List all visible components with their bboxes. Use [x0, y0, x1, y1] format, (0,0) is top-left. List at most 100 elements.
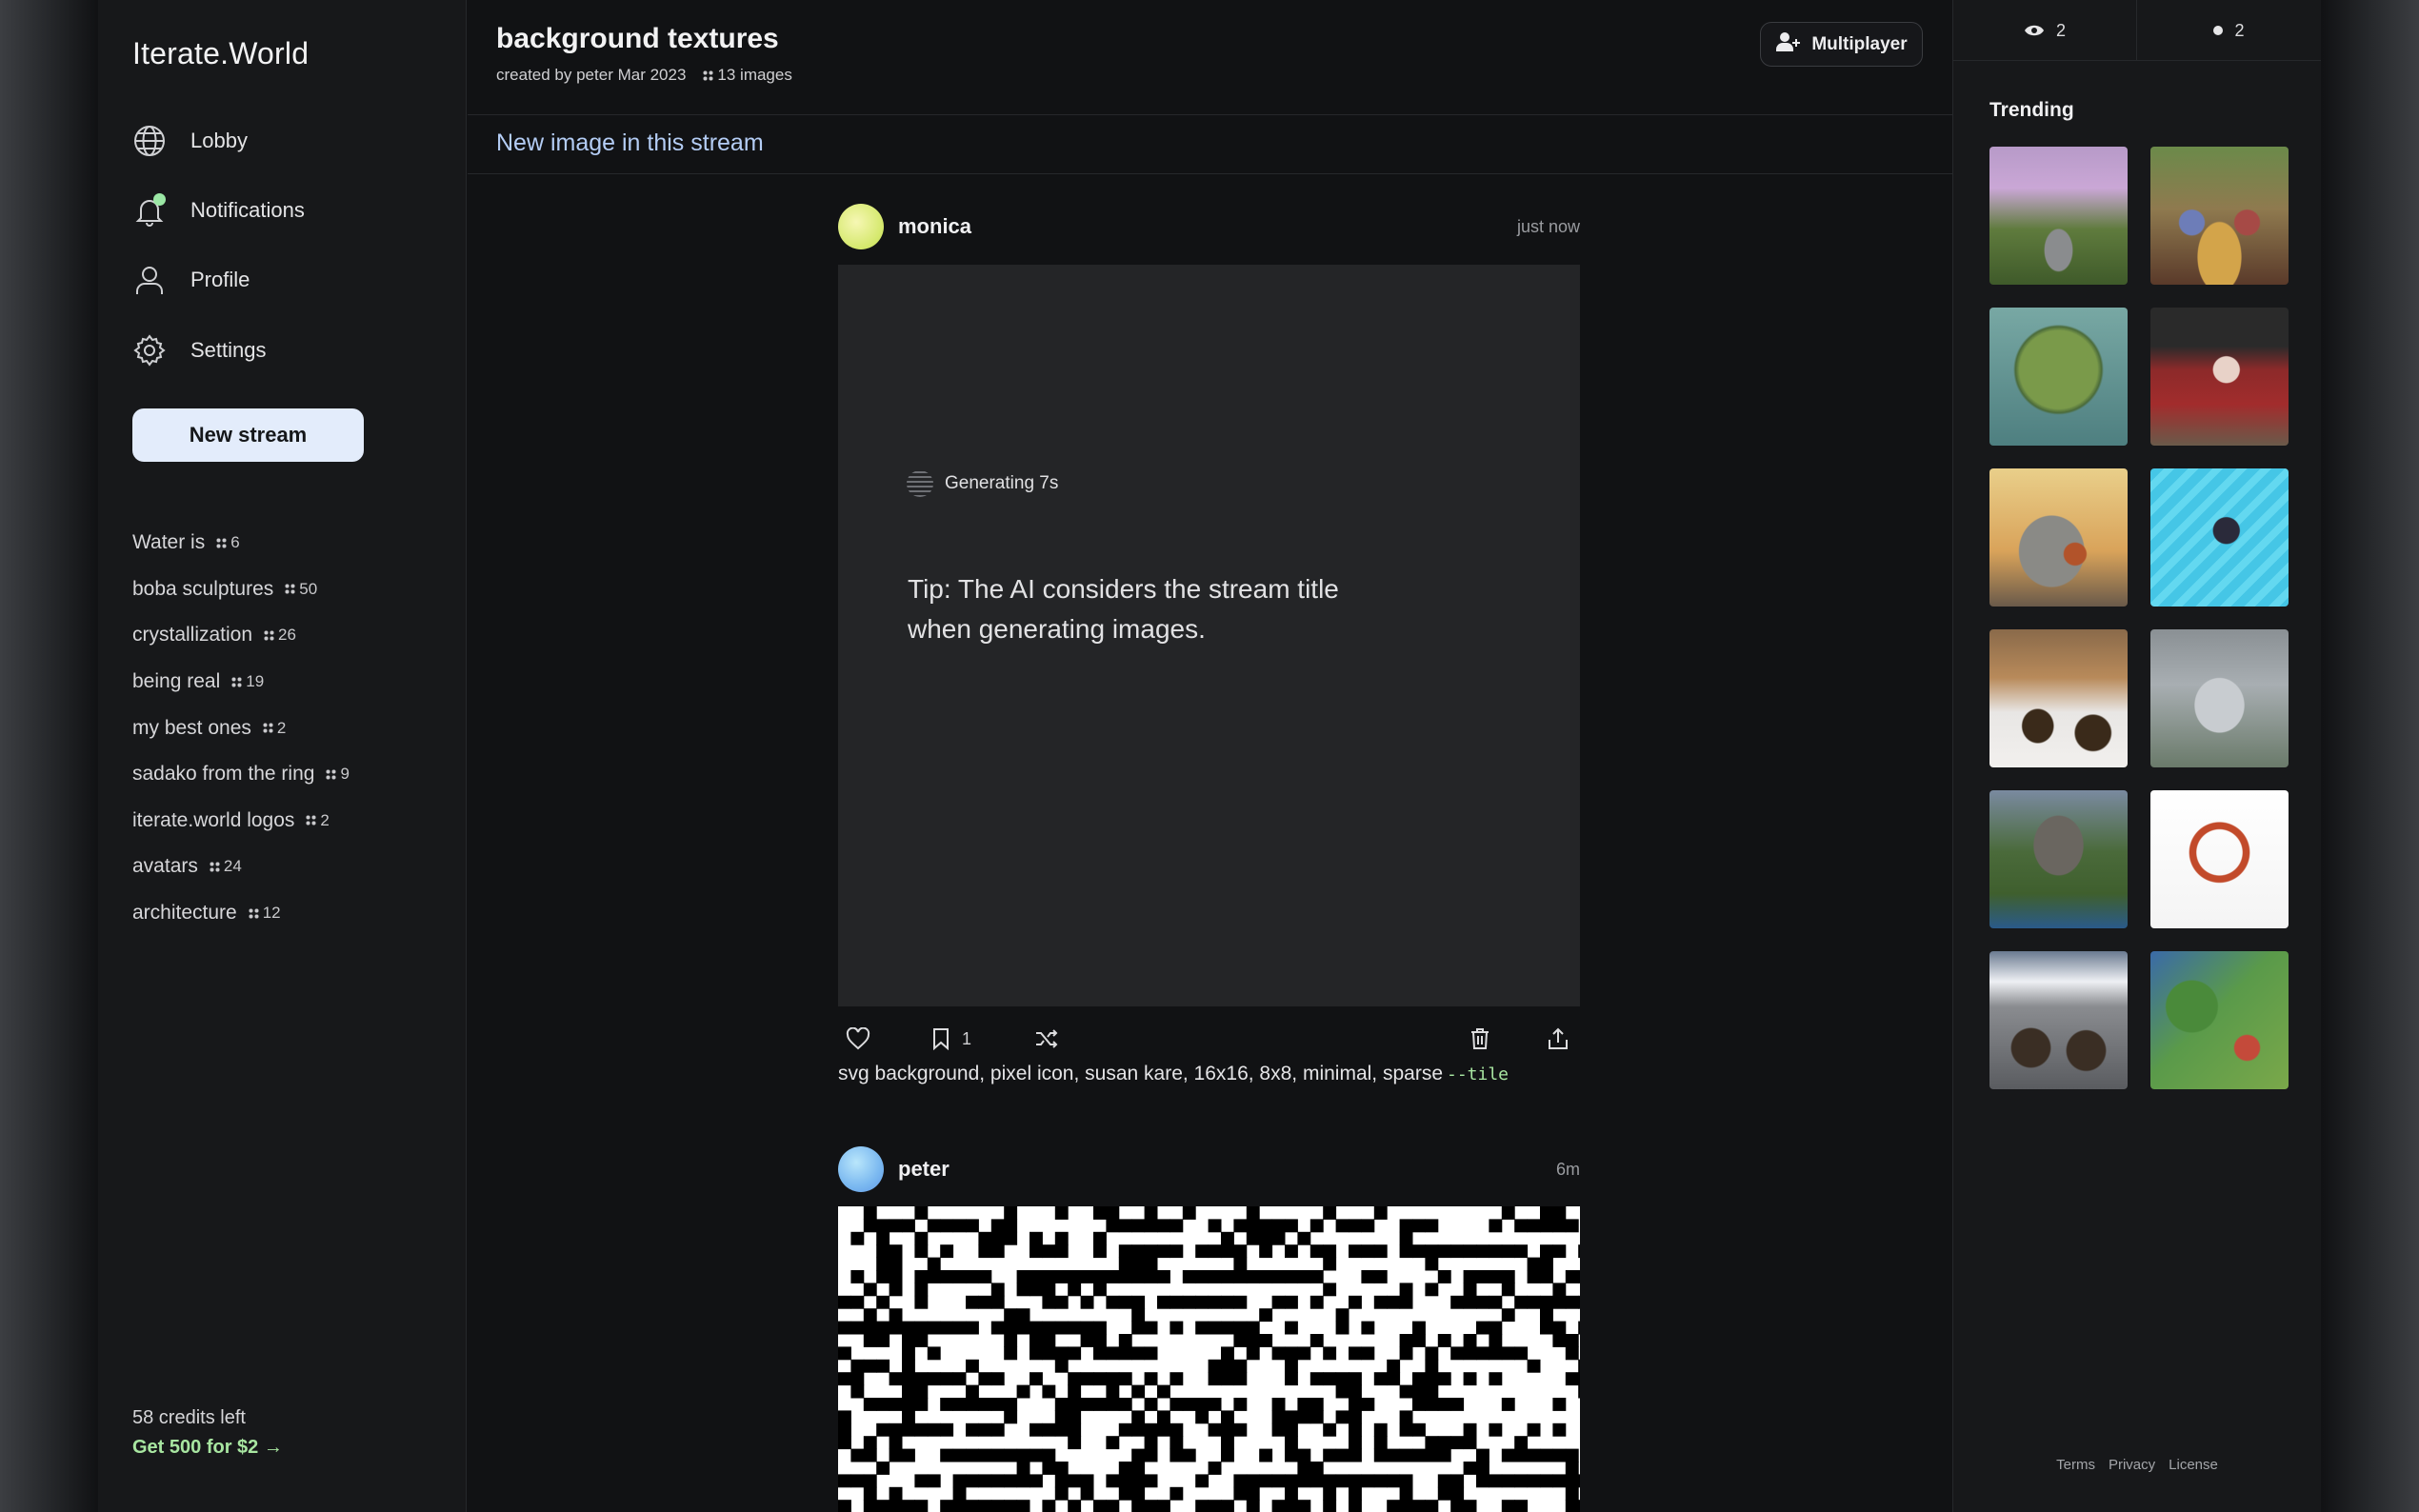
- generating-card: Generating 7s Tip: The AI considers the …: [838, 265, 1580, 1006]
- generating-status: Generating 7s: [907, 470, 1058, 497]
- viewers-stat[interactable]: 2: [1953, 0, 2137, 61]
- trending-thumb-mad-hatter-portrait[interactable]: [2150, 308, 2289, 446]
- stream-name: my best ones: [132, 716, 251, 739]
- post-header: monica just now: [838, 204, 1580, 249]
- images-icon: [231, 676, 243, 687]
- stream-name: crystallization: [132, 624, 253, 647]
- maze-texture-image: [838, 1206, 1580, 1512]
- right-sidebar: 2 2 Trending Terms Privacy License: [1952, 0, 2321, 1512]
- new-image-link[interactable]: New image in this stream: [496, 129, 764, 157]
- post-username[interactable]: peter: [898, 1157, 950, 1182]
- stream-item[interactable]: boba sculptures 50: [132, 567, 350, 613]
- stream-main: background textures created by peter Mar…: [468, 0, 1952, 1512]
- buy-credits-link[interactable]: Get 500 for $2 →: [132, 1437, 283, 1459]
- stream-item[interactable]: Water is 6: [132, 520, 350, 567]
- post-time: just now: [1516, 216, 1580, 236]
- remix-button[interactable]: [1034, 1021, 1059, 1057]
- stream-count: 12: [248, 904, 281, 923]
- nav-notifications[interactable]: Notifications: [132, 187, 437, 234]
- license-link[interactable]: License: [2169, 1457, 2218, 1473]
- stream-item[interactable]: crystallization 26: [132, 612, 350, 659]
- post-time: 6m: [1555, 1159, 1580, 1179]
- bookmark-button[interactable]: 1: [931, 1021, 971, 1057]
- post-actions: 1: [838, 1021, 1580, 1057]
- online-stat[interactable]: 2: [2137, 0, 2321, 61]
- stream-image-count-value: 13 images: [717, 66, 792, 84]
- footer-links: Terms Privacy License: [1953, 1457, 2321, 1473]
- post-username[interactable]: monica: [898, 214, 971, 239]
- images-icon: [262, 723, 273, 734]
- stream-list: Water is 6 boba sculptures 50 crystallizat…: [132, 520, 350, 936]
- stream-count-value: 12: [262, 904, 281, 923]
- app-logo[interactable]: Iterate.World: [132, 36, 309, 71]
- trending-title: Trending: [1989, 99, 2074, 121]
- stream-count: 26: [264, 626, 296, 645]
- stream-item[interactable]: my best ones 2: [132, 705, 350, 751]
- trending-thumb-fantasy-castle[interactable]: [1989, 790, 2128, 928]
- post-image[interactable]: [838, 1206, 1580, 1512]
- trending-thumb-rollercoaster-drawing[interactable]: [2150, 790, 2289, 928]
- stream-meta: created by peter Mar 2023 13 images: [496, 66, 792, 85]
- stream-count: 24: [209, 857, 242, 876]
- prompt-flag: --tile: [1447, 1064, 1509, 1084]
- stream-count-value: 50: [299, 579, 318, 598]
- avatar[interactable]: [838, 204, 884, 249]
- delete-button[interactable]: [1469, 1021, 1490, 1057]
- globe-icon: [132, 124, 167, 158]
- post-header: peter 6m: [838, 1146, 1580, 1192]
- heart-icon: [846, 1027, 870, 1050]
- stream-name: being real: [132, 670, 221, 693]
- notification-badge: [153, 193, 166, 206]
- nav-profile[interactable]: Profile: [132, 256, 437, 304]
- nav-label: Profile: [190, 268, 250, 291]
- trending-thumb-liberty-basketball[interactable]: [1989, 468, 2128, 607]
- stream-count-value: 24: [223, 857, 242, 876]
- nav-label: Settings: [190, 338, 267, 362]
- stream-image-count: 13 images: [703, 66, 792, 85]
- multiplayer-button[interactable]: Multiplayer: [1760, 22, 1923, 67]
- bookmark-icon: [933, 1028, 949, 1050]
- trending-thumb-garden-teapot[interactable]: [1989, 147, 2128, 285]
- images-icon: [248, 907, 259, 919]
- stream-name: architecture: [132, 902, 237, 925]
- stream-item[interactable]: iterate.world logos 2: [132, 798, 350, 845]
- share-button[interactable]: [1548, 1021, 1569, 1057]
- trending-thumb-mountain-hobbits[interactable]: [1989, 951, 2128, 1089]
- stream-item[interactable]: architecture 12: [132, 890, 350, 937]
- stream-count-value: 6: [230, 533, 240, 552]
- privacy-link[interactable]: Privacy: [2109, 1457, 2155, 1473]
- stream-name: Water is: [132, 531, 206, 554]
- like-button[interactable]: [846, 1021, 870, 1057]
- images-icon: [326, 768, 337, 780]
- avatar[interactable]: [838, 1146, 884, 1192]
- stream-count: 19: [231, 672, 264, 691]
- presence-bar: 2 2: [1953, 0, 2321, 61]
- trending-thumb-mushroom-village[interactable]: [2150, 951, 2289, 1089]
- stream-created: created by peter Mar 2023: [496, 66, 687, 84]
- stream-name: avatars: [132, 855, 198, 878]
- trending-thumb-mad-hatter-tea-party[interactable]: [2150, 147, 2289, 285]
- stream-count-value: 19: [246, 672, 265, 691]
- stream-item[interactable]: avatars 24: [132, 844, 350, 890]
- divider: [468, 114, 1952, 115]
- images-icon: [216, 537, 228, 548]
- nav-label: Notifications: [190, 198, 305, 222]
- trending-thumb-pool-diver[interactable]: [2150, 468, 2289, 607]
- stream-item[interactable]: being real 19: [132, 659, 350, 706]
- stream-name: iterate.world logos: [132, 808, 295, 831]
- post-prompt: svg background, pixel icon, susan kare, …: [838, 1063, 1509, 1085]
- trending-thumb-robot-waterfall[interactable]: [2150, 629, 2289, 767]
- stream-count: 2: [306, 811, 330, 830]
- stream-item[interactable]: sadako from the ring 9: [132, 751, 350, 798]
- nav-lobby[interactable]: Lobby: [132, 117, 437, 165]
- terms-link[interactable]: Terms: [2056, 1457, 2095, 1473]
- stream-count-value: 9: [340, 765, 350, 784]
- stream-count: 2: [262, 719, 286, 738]
- new-stream-button[interactable]: New stream: [132, 408, 364, 462]
- trending-thumb-dachshund-village[interactable]: [1989, 629, 2128, 767]
- online-dot-icon: [2213, 26, 2224, 35]
- nav-label: Lobby: [190, 129, 248, 152]
- trending-thumb-floating-island[interactable]: [1989, 308, 2128, 446]
- nav-settings[interactable]: Settings: [132, 327, 437, 374]
- prompt-text: svg background, pixel icon, susan kare, …: [838, 1063, 1443, 1084]
